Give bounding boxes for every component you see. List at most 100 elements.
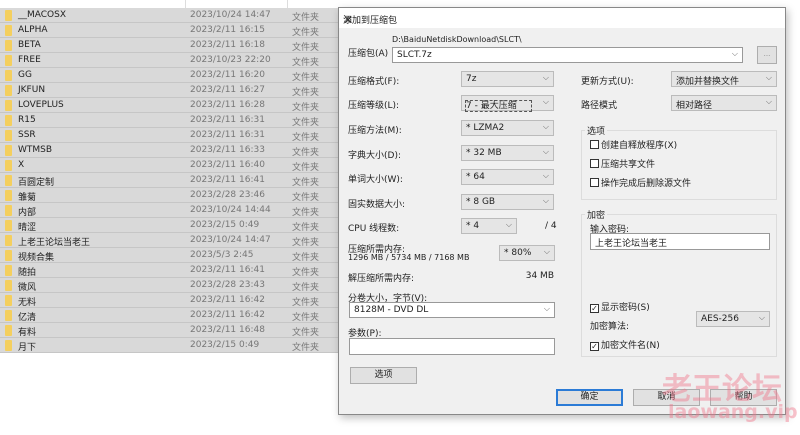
format-combo[interactable]: 7z ⌵ [461,71,554,87]
file-date: 2023/2/28 23:46 [190,190,265,200]
volume-value: 8128M - DVD DL [354,305,429,315]
mem-values: 1296 MB / 5734 MB / 7168 MB [348,253,470,262]
chevron-down-icon: ⌵ [765,73,772,82]
folder-icon [5,325,12,336]
file-date: 2023/2/11 16:48 [190,325,265,335]
column-divider [287,0,288,8]
update-combo[interactable]: 添加并替换文件 ⌵ [671,71,777,87]
file-name: 月下 [18,343,37,353]
file-row[interactable]: 月下 2023/2/15 0:49 文件夹 [0,338,340,353]
file-name: ALPHA [18,25,48,35]
cpu-value: * 4 [466,221,480,231]
method-value: * LZMA2 [466,123,505,133]
file-row[interactable]: 上老王论坛当老王 2023/10/24 14:47 文件夹 [0,233,340,248]
file-row[interactable]: GG 2023/2/11 16:20 文件夹 [0,68,340,83]
algo-value: AES-256 [701,314,739,324]
file-row[interactable]: R15 2023/2/11 16:31 文件夹 [0,113,340,128]
chevron-down-icon: ⌵ [505,220,512,229]
solid-value: * 8 GB [466,197,496,207]
file-date: 2023/2/11 16:18 [190,40,265,50]
cpu-max: / 4 [545,221,557,231]
file-row[interactable]: 随拍 2023/2/11 16:41 文件夹 [0,263,340,278]
file-name: 有料 [18,328,37,338]
folder-icon [5,265,12,276]
chevron-down-icon: ⌵ [731,49,738,58]
cpu-combo[interactable]: * 4 ⌵ [461,218,517,234]
file-name: 视频合集 [18,253,55,263]
file-name: 随拍 [18,268,37,278]
file-type: 文件夹 [292,193,320,203]
file-name: R15 [18,115,36,125]
solid-label: 固实数据大小: [348,200,406,210]
checkbox-unchecked-icon [590,159,599,168]
file-type: 文件夹 [292,313,320,323]
show-password-label: 显示密码(S) [601,303,650,313]
file-row[interactable]: 有料 2023/2/11 16:48 文件夹 [0,323,340,338]
browse-button[interactable]: ... [757,46,777,64]
ok-button[interactable]: 确定 [556,389,623,406]
file-row[interactable]: 视频合集 2023/5/3 2:45 文件夹 [0,248,340,263]
folder-icon [5,250,12,261]
update-label: 更新方式(U): [581,77,634,87]
file-date: 2023/10/24 14:47 [190,235,271,245]
file-date: 2023/2/11 16:41 [190,265,265,275]
mem-percent-combo[interactable]: * 80% ⌵ [499,245,555,261]
word-value: * 64 [466,172,485,182]
encrypt-names-checkbox[interactable]: ✓ 加密文件名(N) [590,338,660,351]
level-combo[interactable]: 7 - 最大压缩 ⌵ [461,95,554,112]
file-row[interactable]: LOVEPLUS 2023/2/11 16:28 文件夹 [0,98,340,113]
file-row[interactable]: ALPHA 2023/2/11 16:15 文件夹 [0,23,340,38]
folder-icon [5,100,12,111]
volume-combo[interactable]: 8128M - DVD DL ⌵ [349,302,555,318]
file-row[interactable]: X 2023/2/11 16:40 文件夹 [0,158,340,173]
file-row[interactable]: 亿清 2023/2/11 16:42 文件夹 [0,308,340,323]
file-type: 文件夹 [292,208,320,218]
file-row[interactable]: __MACOSX 2023/10/24 14:47 文件夹 [0,8,340,23]
file-row[interactable]: 无料 2023/2/11 16:42 文件夹 [0,293,340,308]
file-date: 2023/2/11 16:42 [190,295,265,305]
file-row[interactable]: JKFUN 2023/2/11 16:27 文件夹 [0,83,340,98]
level-value: 7 - 最大压缩 [465,100,532,112]
file-row[interactable]: WTMSB 2023/2/11 16:33 文件夹 [0,143,340,158]
method-combo[interactable]: * LZMA2 ⌵ [461,120,554,136]
folder-icon [5,175,12,186]
file-row[interactable]: 内部 2023/10/24 14:44 文件夹 [0,203,340,218]
dict-combo[interactable]: * 32 MB ⌵ [461,145,554,161]
algo-combo[interactable]: AES-256 ⌵ [696,311,770,327]
word-combo[interactable]: * 64 ⌵ [461,169,554,185]
file-list: __MACOSX 2023/10/24 14:47 文件夹 ALPHA 2023/2/1… [0,8,340,353]
file-row[interactable]: 雏菊 2023/2/28 23:46 文件夹 [0,188,340,203]
file-type: 文件夹 [292,58,320,68]
option-checkbox[interactable]: 操作完成后删除源文件 [590,176,691,189]
file-row[interactable]: SSR 2023/2/11 16:31 文件夹 [0,128,340,143]
file-date: 2023/5/3 2:45 [190,250,254,260]
file-row[interactable]: BETA 2023/2/11 16:18 文件夹 [0,38,340,53]
encrypt-names-label: 加密文件名(N) [601,341,660,351]
option-checkbox[interactable]: 创建自释放程序(X) [590,138,677,151]
file-row[interactable]: 晴涩 2023/2/15 0:49 文件夹 [0,218,340,233]
column-divider [185,0,186,8]
password-input[interactable]: 上老王论坛当老王 [590,233,770,250]
file-row[interactable]: 微风 2023/2/28 23:43 文件夹 [0,278,340,293]
file-type: 文件夹 [292,343,320,353]
chevron-down-icon: ⌵ [758,313,765,322]
file-date: 2023/2/15 0:49 [190,220,260,230]
params-input[interactable] [349,338,555,355]
chevron-down-icon: ⌵ [765,97,772,106]
options-button[interactable]: 选项 [350,367,417,384]
folder-icon [5,70,12,81]
file-type: 文件夹 [292,283,320,293]
chevron-down-icon: ⌵ [542,196,549,205]
file-date: 2023/10/24 14:44 [190,205,271,215]
file-name: __MACOSX [18,10,67,20]
file-row[interactable]: 百圆定制 2023/2/11 16:41 文件夹 [0,173,340,188]
show-password-checkbox[interactable]: ✓ 显示密码(S) [590,300,650,313]
option-checkbox[interactable]: 压缩共享文件 [590,157,655,170]
file-date: 2023/2/11 16:31 [190,130,265,140]
path-mode-combo[interactable]: 相对路径 ⌵ [671,95,777,111]
archive-name-combo[interactable]: SLCT.7z ⌵ [392,47,743,63]
close-icon[interactable]: ✕ [343,13,777,27]
file-date: 2023/2/11 16:28 [190,100,265,110]
file-row[interactable]: FREE 2023/10/23 22:20 文件夹 [0,53,340,68]
solid-combo[interactable]: * 8 GB ⌵ [461,194,554,210]
